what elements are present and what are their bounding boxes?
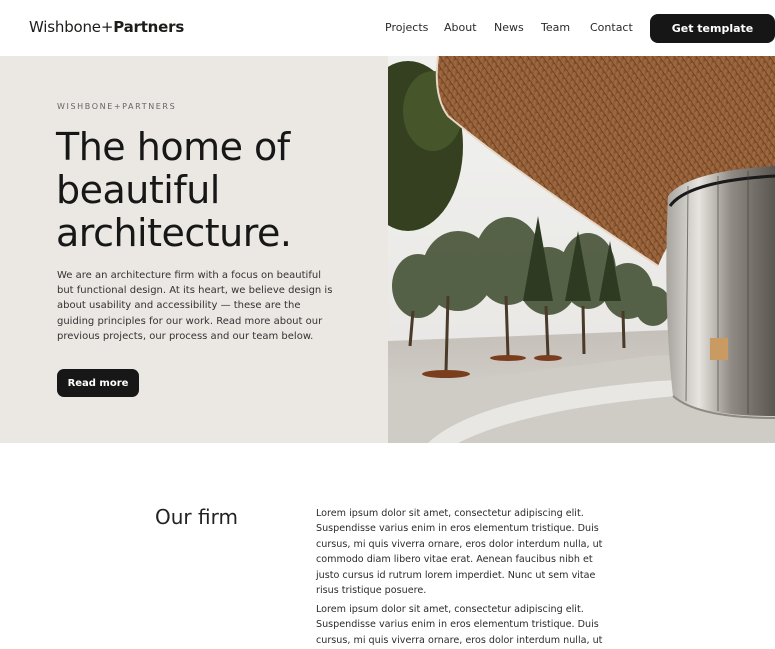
hero-headline-line: architecture. [56,211,292,255]
paragraph-line: commodo diam libero vitae erat. Aenean f… [316,554,593,566]
brand-name-bold: Partners [113,18,185,36]
paragraph-line: Suspendisse varius enim in eros elementu… [316,619,599,631]
brand-logo[interactable]: Wishbone+Partners [29,18,184,36]
hero-headline: The home of beautiful architecture. [56,126,376,255]
firm-paragraph-2: Lorem ipsum dolor sit amet, consectetur … [316,602,616,648]
brand-name-light: Wishbone+ [29,18,114,36]
paragraph-line: Lorem ipsum dolor sit amet, consectetur … [316,604,584,615]
paragraph-line: cursus, mi quis viverra ornare, eros dol… [316,634,603,646]
intro-line: previous projects, our process and our t… [57,330,314,342]
hero-architecture-image [388,56,775,443]
hero-headline-line: The home of [56,125,290,169]
hero-intro-text: We are an architecture firm with a focus… [57,268,335,344]
intro-line: guiding principles for our work. Read mo… [57,315,323,327]
nav-link-projects[interactable]: Projects [385,21,428,34]
get-template-button[interactable]: Get template [650,14,775,43]
nav-link-team[interactable]: Team [541,21,570,34]
hero-eyebrow: WISHBONE+PARTNERS [57,102,177,111]
paragraph-line: cursus, mi quis viverra ornare, eros dol… [316,538,603,550]
paragraph-line: Lorem ipsum dolor sit amet, consectetur … [316,508,584,519]
intro-line: but functional design. At its heart, we … [57,285,333,297]
nav-link-contact[interactable]: Contact [590,21,633,34]
nav-link-news[interactable]: News [494,21,524,34]
hero-text-panel: WISHBONE+PARTNERS The home of beautiful … [0,56,388,443]
intro-line: about usability and accessibility — thes… [57,300,301,312]
paragraph-line: risus tristique posuere. [316,585,427,597]
top-navigation: Wishbone+Partners Projects About News Te… [0,0,775,56]
paragraph-line: justo cursus id rutrum lorem imperdiet. … [316,569,596,581]
hero-architecture-illustration [388,56,775,443]
intro-line: We are an architecture firm with a focus… [57,270,321,281]
nav-link-about[interactable]: About [444,21,477,34]
paragraph-line: Suspendisse varius enim in eros elementu… [316,523,599,535]
hero-headline-line: beautiful [56,168,220,212]
firm-paragraph-1: Lorem ipsum dolor sit amet, consectetur … [316,506,616,598]
read-more-button[interactable]: Read more [57,369,139,397]
our-firm-heading: Our firm [155,505,238,529]
